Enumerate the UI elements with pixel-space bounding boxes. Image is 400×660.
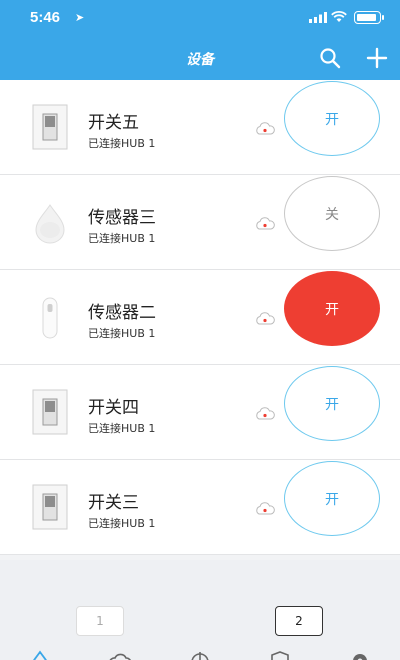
device-name: 传感器三 [88,208,156,228]
device-row[interactable]: 传感器二 已连接HUB 1 开 [0,270,400,365]
wall-switch-icon [32,484,68,530]
toggle-button[interactable]: 关 [284,176,380,251]
status-time: 5:46 [30,9,61,26]
tab-bar [0,646,400,660]
cloud-tab-icon[interactable] [109,650,131,660]
wifi-icon [331,11,347,22]
power-tab-icon[interactable] [189,650,211,660]
pagination: 1 2 [0,560,400,660]
signal-icon [309,12,327,23]
page-1-button[interactable]: 1 [76,606,124,636]
device-name: 传感器二 [88,303,156,323]
wall-switch-icon [32,104,68,150]
device-name: 开关四 [88,398,139,418]
cloud-icon [256,217,275,230]
cloud-icon [256,407,275,420]
cloud-icon [256,122,275,135]
device-name: 开关五 [88,113,139,133]
device-row[interactable]: 开关五 已连接HUB 1 开 [0,80,400,175]
device-status: 已连接HUB 1 [88,422,156,435]
device-row[interactable]: 传感器三 已连接HUB 1 关 [0,175,400,270]
device-tab-icon[interactable] [29,650,51,660]
shield-tab-icon[interactable] [269,650,291,660]
drop-sensor-icon [35,204,65,244]
toggle-button[interactable]: 开 [284,81,380,156]
device-row[interactable]: 开关三 已连接HUB 1 开 [0,460,400,555]
device-row[interactable]: 开关四 已连接HUB 1 开 [0,365,400,460]
page-2-button[interactable]: 2 [275,606,323,636]
cloud-icon [256,312,275,325]
plus-icon[interactable] [366,47,388,69]
device-status: 已连接HUB 1 [88,137,156,150]
location-icon: ➤ [75,11,85,24]
device-status: 已连接HUB 1 [88,517,156,530]
toggle-button[interactable]: 开 [284,271,380,346]
cloud-icon [256,502,275,515]
wall-switch-icon [32,389,68,435]
device-list: 开关五 已连接HUB 1 开 传感器三 已连接HUB 1 关 传感器二 已连接H… [0,80,400,555]
toggle-button[interactable]: 开 [284,366,380,441]
device-name: 开关三 [88,493,139,513]
battery-icon [354,11,384,24]
search-icon[interactable] [319,47,341,69]
device-status: 已连接HUB 1 [88,232,156,245]
door-sensor-icon [42,297,58,339]
toggle-button[interactable]: 开 [284,461,380,536]
status-bar: 5:46 ➤ [0,0,400,38]
device-status: 已连接HUB 1 [88,327,156,340]
settings-tab-icon[interactable] [349,650,371,660]
nav-bar: 设备 [0,38,400,80]
